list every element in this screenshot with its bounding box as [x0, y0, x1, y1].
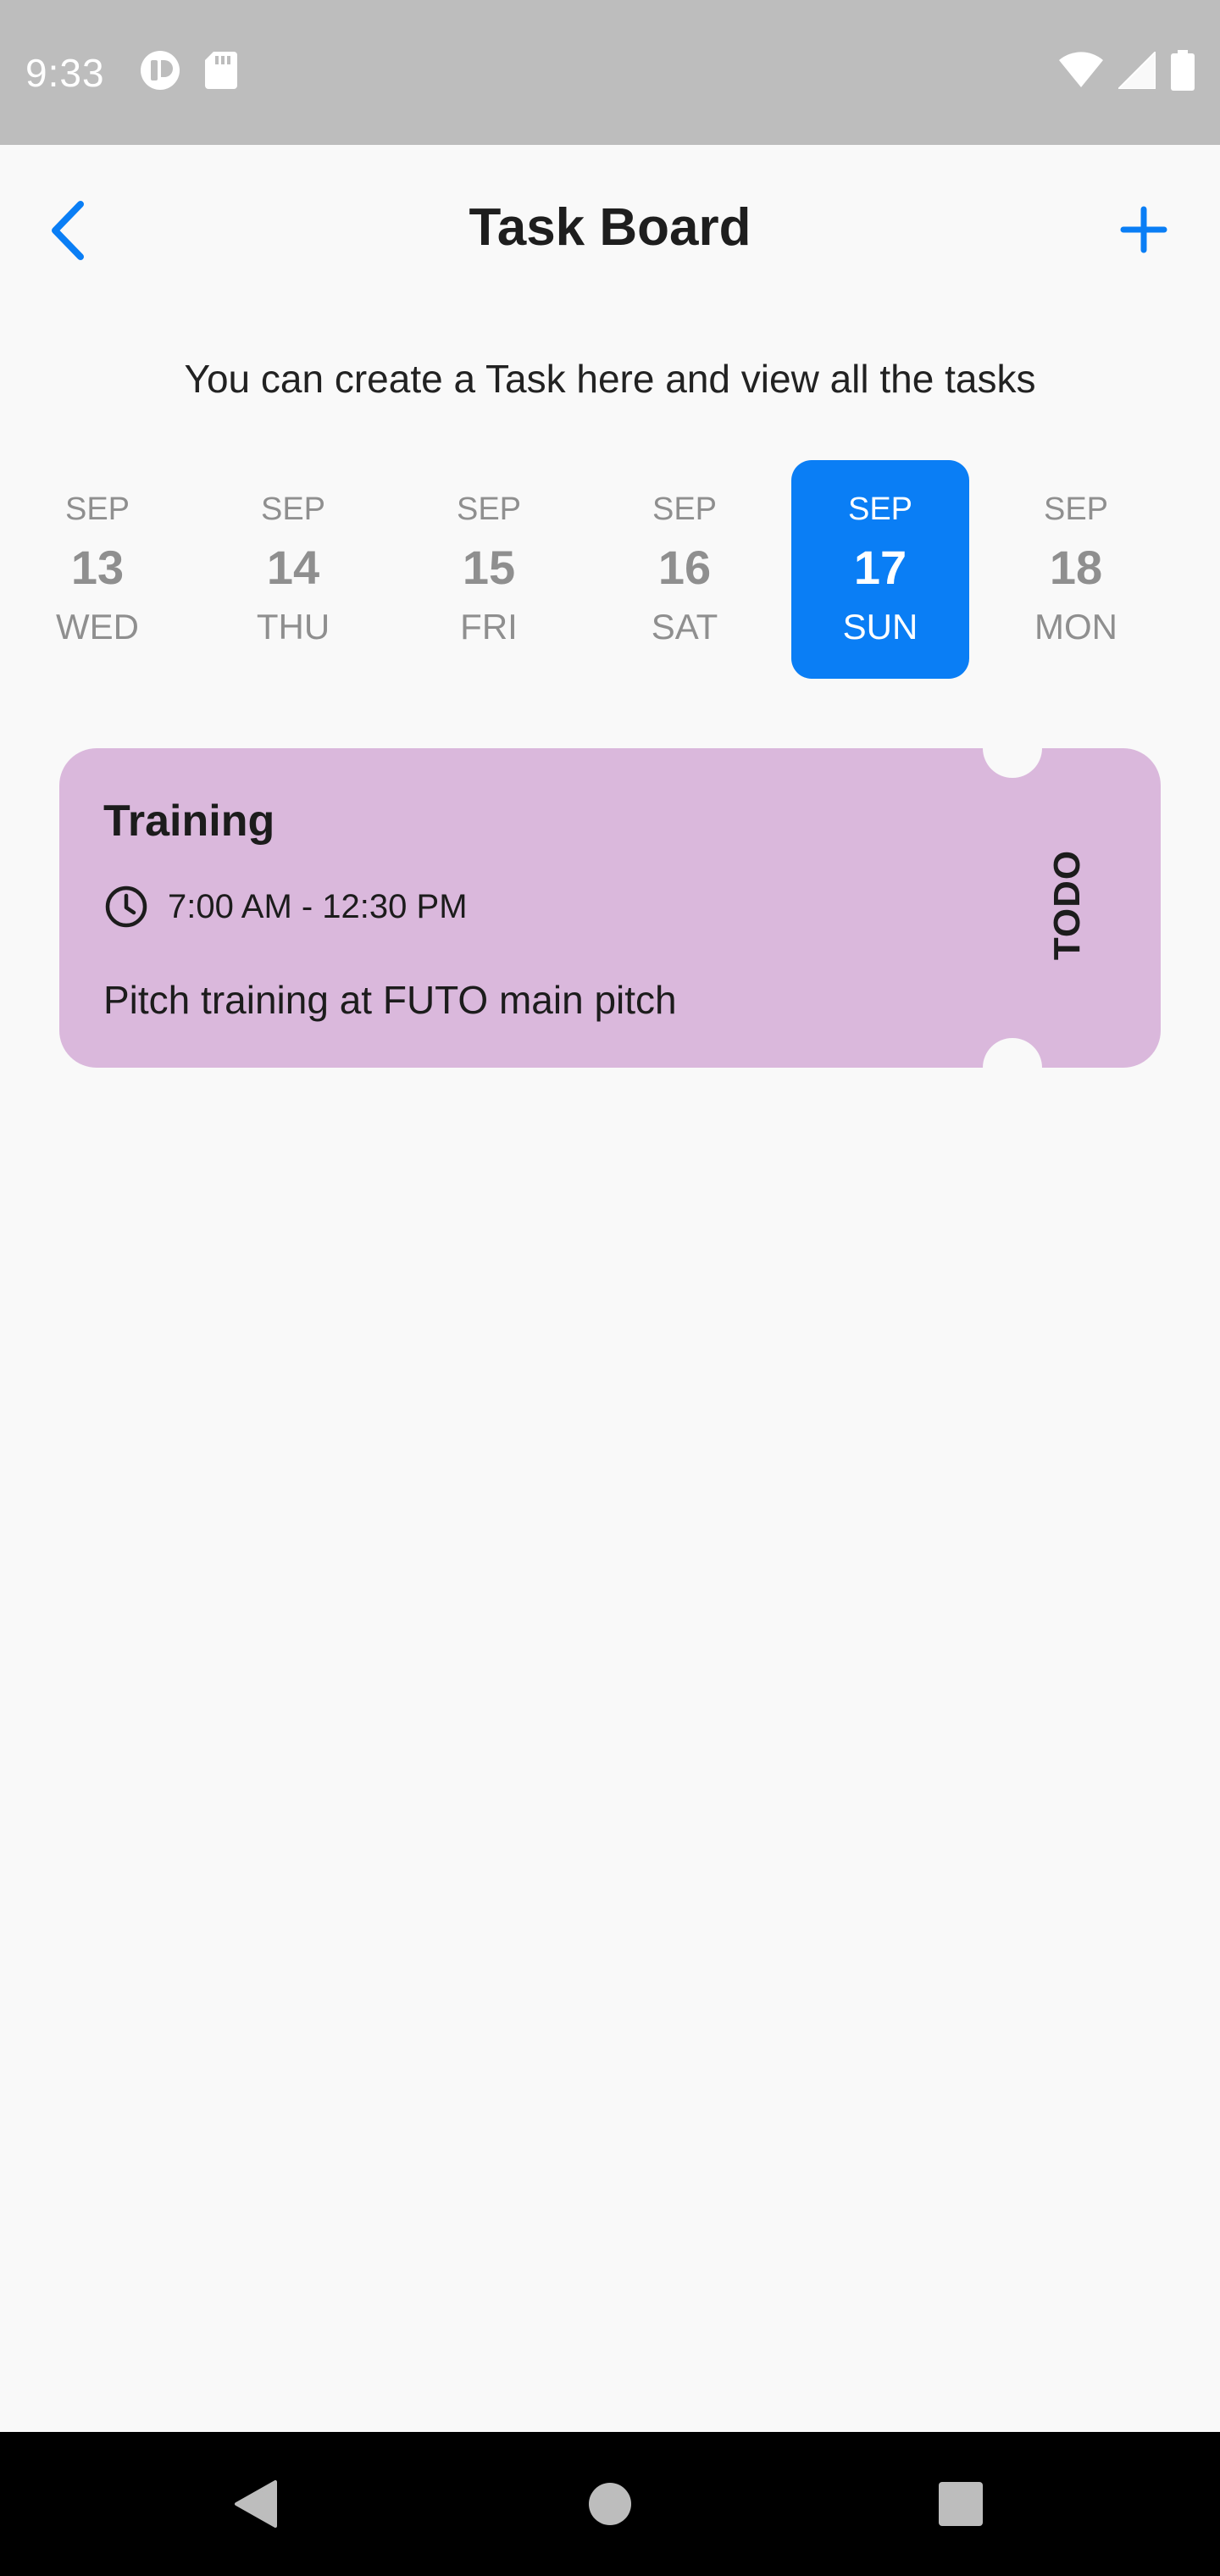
back-triangle-icon: [235, 2480, 277, 2528]
date-day: 16: [657, 541, 712, 594]
status-time: 9:33: [25, 50, 105, 95]
date-item[interactable]: SEP 18 MON: [987, 460, 1165, 679]
nav-recents-button[interactable]: [893, 2432, 1029, 2576]
system-nav-bar: [0, 2432, 1220, 2576]
date-weekday: SUN: [842, 607, 918, 647]
task-card[interactable]: Training 7:00 AM - 12:30 PM Pitch traini…: [59, 748, 1161, 1068]
date-month: SEP: [1043, 491, 1109, 527]
date-day: 14: [266, 541, 320, 594]
nav-home-button[interactable]: [542, 2432, 678, 2576]
task-time: 7:00 AM - 12:30 PM: [168, 887, 468, 925]
recents-square-icon: [939, 2482, 983, 2526]
home-circle-icon: [589, 2483, 631, 2525]
plus-icon: [1120, 206, 1167, 253]
wifi-icon: [1059, 52, 1103, 93]
status-bar: 9:33: [0, 0, 1220, 145]
task-description: Pitch training at FUTO main pitch: [103, 978, 677, 1022]
date-weekday: FRI: [460, 607, 518, 647]
card-notch: [983, 748, 1042, 778]
nav-back-button[interactable]: [188, 2432, 324, 2576]
date-month: SEP: [652, 491, 718, 527]
battery-icon: [1171, 50, 1195, 95]
date-day: 13: [70, 541, 125, 594]
signal-icon: [1116, 49, 1156, 93]
date-item-selected[interactable]: SEP 17 SUN: [791, 460, 969, 679]
date-month: SEP: [456, 491, 522, 527]
sd-card-icon: [204, 52, 237, 93]
add-task-button[interactable]: [1110, 196, 1178, 264]
status-left-icons: [139, 49, 237, 96]
date-month: SEP: [260, 491, 326, 527]
date-day: 17: [853, 541, 907, 594]
date-item[interactable]: SEP 14 THU: [204, 460, 382, 679]
date-strip: SEP 13 WED SEP 14 THU SEP 15 FRI SEP 16 …: [0, 460, 1220, 679]
status-right-icons: [1059, 49, 1195, 95]
date-day: 18: [1049, 541, 1103, 594]
task-title: Training: [103, 797, 275, 846]
task-status: TODO: [1046, 849, 1088, 961]
page-title: Task Board: [469, 198, 751, 257]
app-notification-icon: [139, 49, 181, 96]
date-weekday: SAT: [651, 607, 718, 647]
date-day: 15: [462, 541, 516, 594]
clock-icon: [105, 886, 147, 928]
date-item[interactable]: SEP 13 WED: [8, 460, 186, 679]
date-weekday: THU: [256, 607, 330, 647]
app-header: Task Board: [0, 145, 1220, 314]
date-weekday: WED: [56, 607, 139, 647]
date-month: SEP: [64, 491, 130, 527]
card-notch: [983, 1038, 1042, 1068]
task-time-row: 7:00 AM - 12:30 PM: [103, 884, 468, 930]
date-item[interactable]: SEP 15 FRI: [400, 460, 578, 679]
date-month: SEP: [847, 491, 913, 527]
date-weekday: MON: [1034, 607, 1117, 647]
date-item[interactable]: SEP 16 SAT: [596, 460, 774, 679]
page-subtitle: You can create a Task here and view all …: [184, 357, 1036, 401]
